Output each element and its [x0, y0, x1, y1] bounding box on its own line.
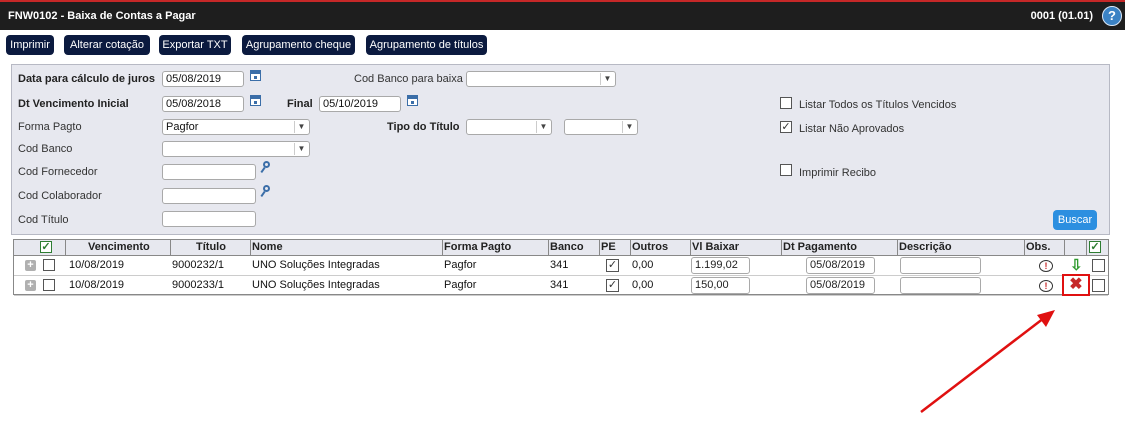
- annotation-arrow: [920, 310, 1055, 413]
